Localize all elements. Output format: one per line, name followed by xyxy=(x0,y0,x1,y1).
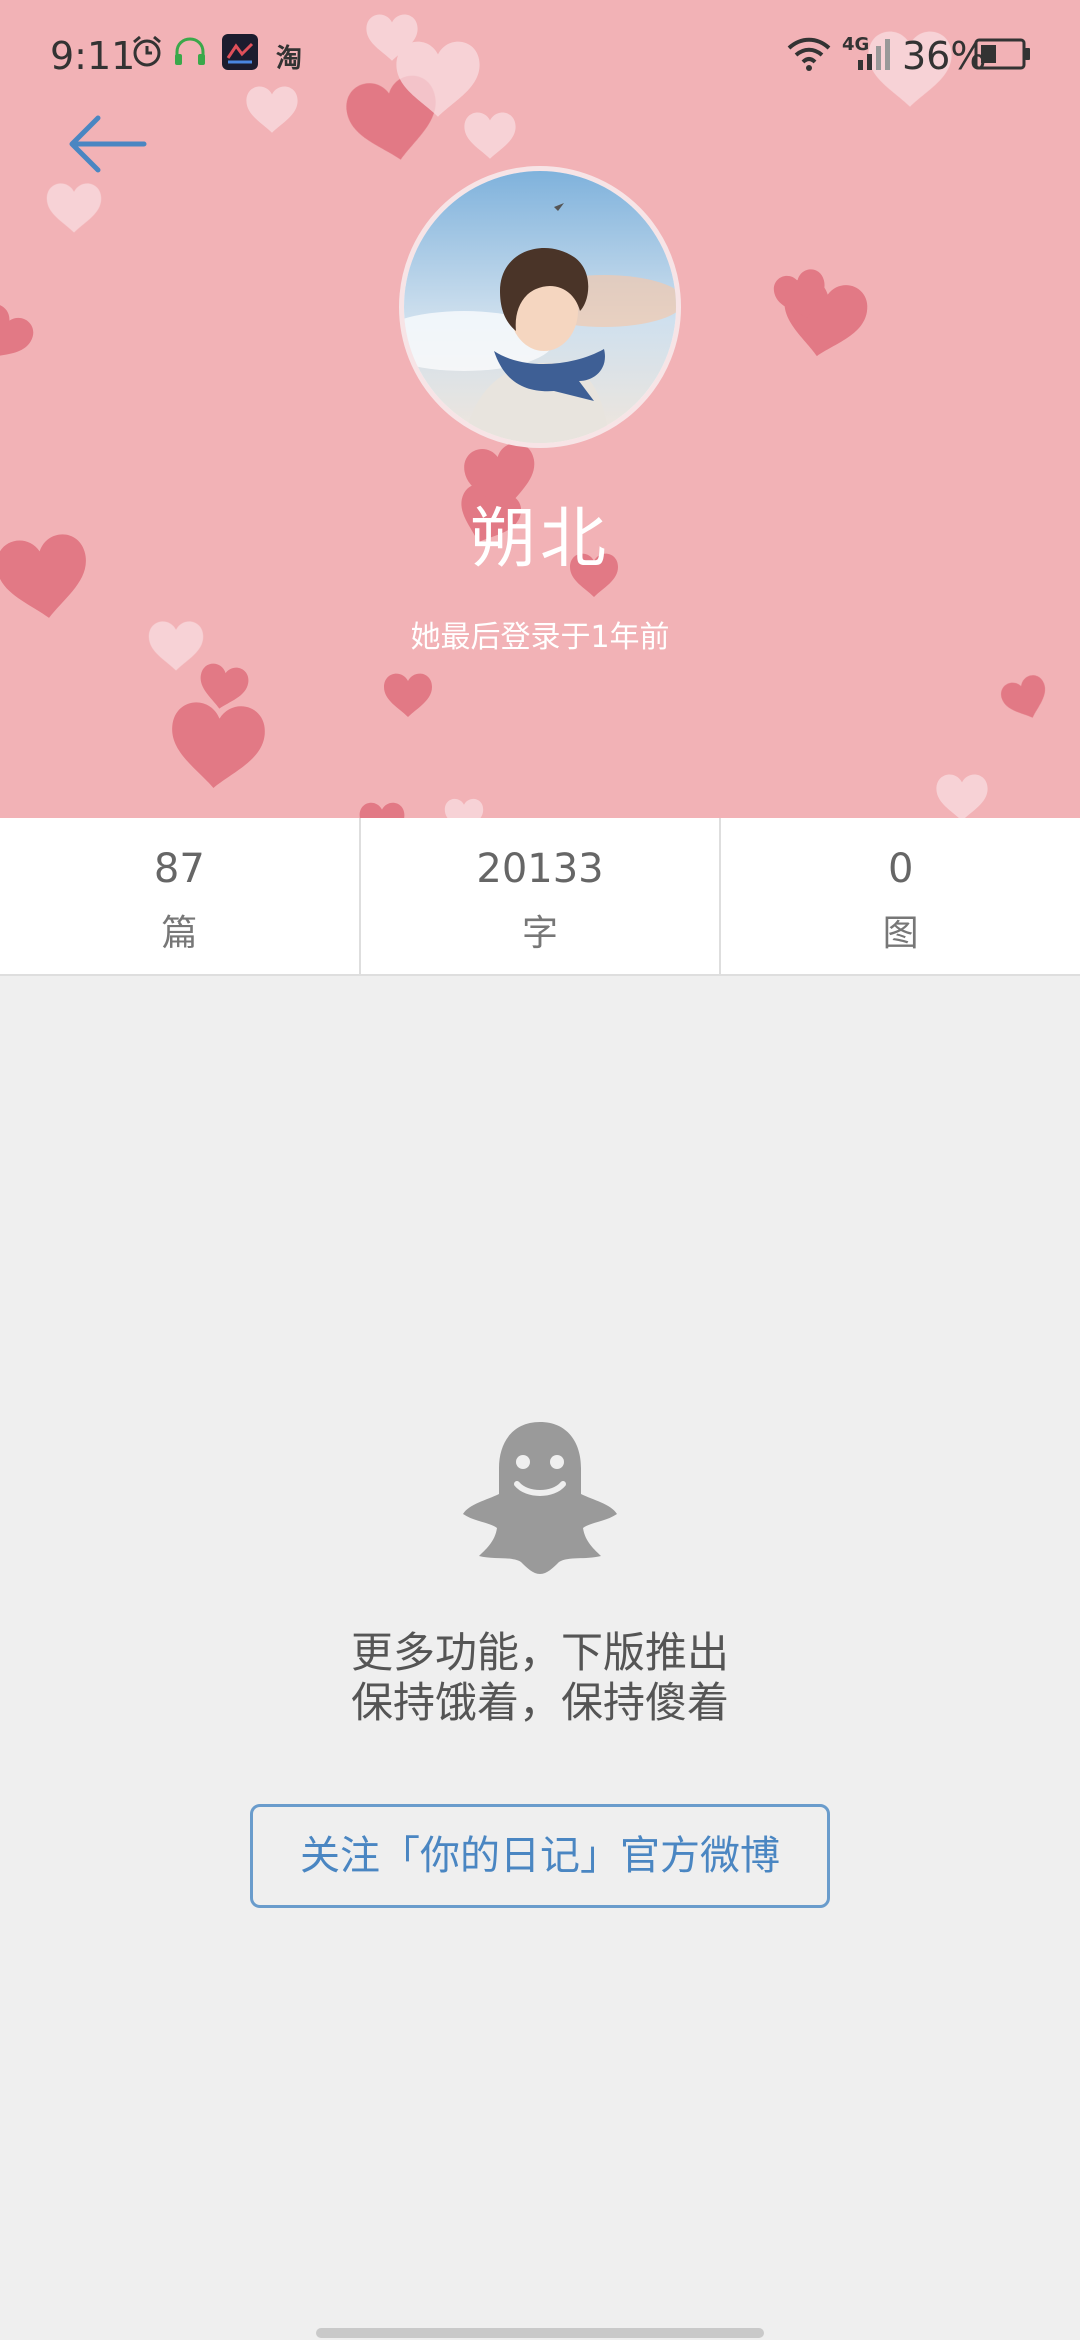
stat-posts-label: 篇 xyxy=(161,913,198,954)
stat-images-value: 0 xyxy=(887,846,914,892)
status-time: 9:11 xyxy=(50,34,136,78)
avatar-image xyxy=(404,171,676,443)
avatar[interactable] xyxy=(399,166,681,448)
stat-words-label: 字 xyxy=(522,913,559,954)
status-bar: 9:11 淘 4G 36% xyxy=(0,0,1080,110)
wifi-icon xyxy=(787,37,831,71)
stat-posts-value: 87 xyxy=(153,846,205,892)
empty-state-line1: 更多功能，下版推出 xyxy=(350,1628,729,1677)
empty-state-text: 更多功能，下版推出 保持饿着，保持傻着 xyxy=(0,1628,1080,1728)
alarm-icon xyxy=(133,35,161,67)
back-arrow-icon[interactable] xyxy=(62,104,158,184)
taobao-icon: 淘 xyxy=(276,44,303,74)
follow-weibo-button[interactable]: 关注「你的日记」官方微博 xyxy=(250,1804,830,1908)
stat-images[interactable]: 0 图 xyxy=(721,818,1080,974)
empty-state-line2: 保持饿着，保持傻着 xyxy=(350,1678,729,1727)
home-indicator[interactable] xyxy=(316,2328,764,2338)
headphones-icon xyxy=(175,37,205,65)
signal-icon xyxy=(858,39,890,70)
profile-name: 朔北 xyxy=(470,500,610,577)
profile-header: 9:11 淘 4G 36% 朔北 她最后登录于1年前 xyxy=(0,0,1080,818)
last-login-text: 她最后登录于1年前 xyxy=(410,620,670,655)
stat-posts[interactable]: 87 篇 xyxy=(0,818,361,974)
battery-icon xyxy=(974,38,1030,70)
ghost-icon xyxy=(463,1422,617,1574)
stat-words-value: 20133 xyxy=(476,846,604,892)
game-app-icon xyxy=(222,34,258,70)
stat-words[interactable]: 20133 字 xyxy=(361,818,722,974)
stats-bar: 87 篇 20133 字 0 图 xyxy=(0,818,1080,976)
stat-images-label: 图 xyxy=(882,913,919,954)
